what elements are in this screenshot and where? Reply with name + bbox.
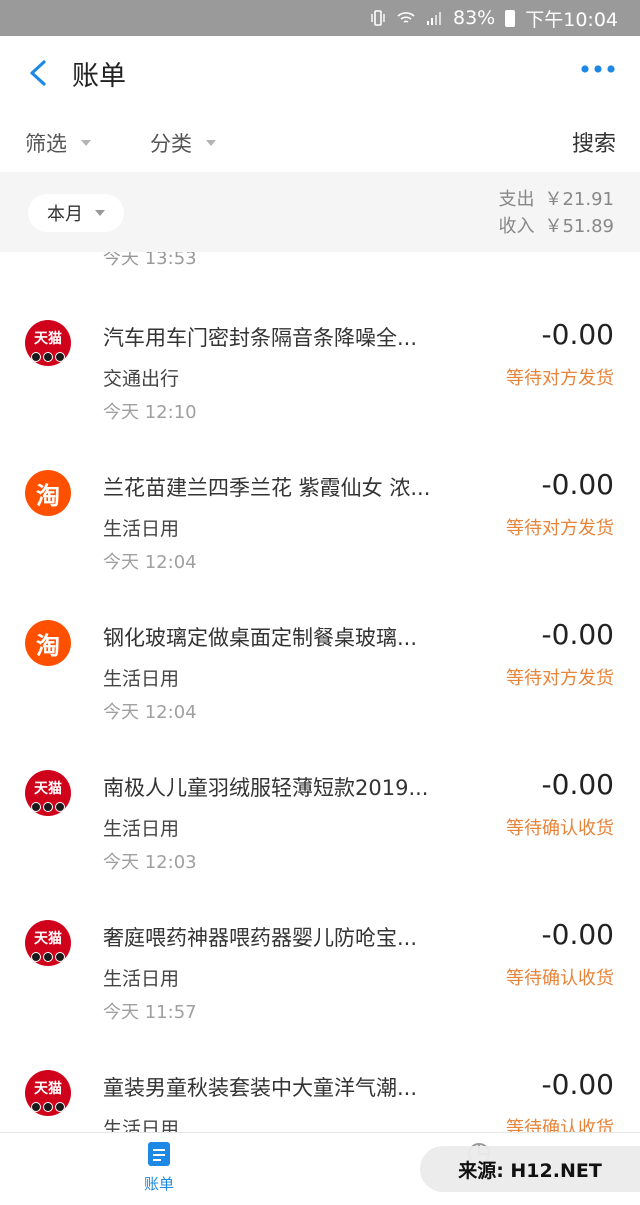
source-watermark: 来源: H12.NET (420, 1146, 640, 1192)
item-category: 交通出行 (103, 368, 180, 390)
search-button[interactable]: 搜索 (572, 126, 616, 158)
item-name: 兰花苗建兰四季兰花 紫霞仙女 浓... (103, 476, 431, 500)
logo-decoration (30, 952, 66, 962)
back-chevron-icon[interactable] (24, 56, 54, 90)
clock: 下午10:04 (525, 8, 618, 31)
item-status: 等待确认收货 (506, 968, 614, 989)
totals: 支出 ￥21.91 收入 ￥51.89 (498, 186, 614, 240)
app-header: 账单 (0, 36, 640, 110)
list-item[interactable]: 淘钢化玻璃定做桌面定制餐桌玻璃... 生活日用 今天 12:04 -0.00 等待对方发… (0, 552, 640, 723)
item-amount: -0.00 (541, 918, 614, 951)
filter-bar: 筛选 分类 搜索 (0, 110, 640, 172)
expense-total: 支出 ￥21.91 (498, 189, 614, 210)
tab-bill-label: 账单 (143, 1175, 174, 1193)
battery-icon (505, 9, 516, 27)
item-amount: -0.00 (541, 618, 614, 651)
list-item[interactable]: 天猫 童装男童秋装套装中大童洋气潮... 生活日用 -0.00 等待确认收货 (0, 1002, 640, 1132)
item-category: 生活日用 (103, 518, 180, 540)
taobao-logo-icon: 淘 (25, 620, 71, 666)
item-name: 南极人儿童羽绒服轻薄短款2019... (103, 776, 429, 800)
logo-text: 淘 (36, 631, 60, 660)
item-status: 等待确认收货 (506, 1118, 614, 1132)
logo-text: 天猫 (34, 781, 62, 797)
item-amount: -0.00 (541, 318, 614, 351)
list-item[interactable]: 天猫 汽车用车门密封条隔音条降噪全... 交通出行 今天 12:10 -0.00 等待对方… (0, 252, 640, 423)
page-title: 账单 (72, 61, 126, 92)
more-dots-icon[interactable] (580, 64, 616, 74)
item-category: 生活日用 (103, 968, 180, 990)
item-status: 等待确认收货 (506, 818, 614, 839)
item-category: 生活日用 (103, 1118, 180, 1132)
category-label: 分类 (150, 132, 192, 156)
category-dropdown[interactable]: 分类 (150, 128, 216, 158)
filter-label: 筛选 (25, 132, 67, 156)
caret-down-icon (81, 140, 91, 146)
month-label: 本月 (47, 204, 83, 225)
signal-icon (427, 12, 441, 25)
logo-decoration (30, 352, 66, 362)
tmall-logo-icon: 天猫 (25, 1070, 71, 1116)
taobao-logo-icon: 淘 (25, 470, 71, 516)
tmall-logo-icon: 天猫 (25, 320, 71, 366)
item-category: 生活日用 (103, 818, 180, 840)
list-item[interactable]: 淘兰花苗建兰四季兰花 紫霞仙女 浓... 生活日用 今天 12:04 -0.00 等待对… (0, 402, 640, 573)
battery-percent: 83% (453, 7, 496, 29)
tmall-logo-icon: 天猫 (25, 920, 71, 966)
list-item[interactable]: 天猫 南极人儿童羽绒服轻薄短款2019... 生活日用 今天 12:03 -0.00 等待… (0, 702, 640, 873)
wifi-icon (397, 12, 415, 23)
logo-text: 天猫 (34, 1081, 62, 1097)
item-category: 生活日用 (103, 668, 180, 690)
income-total: 收入 ￥51.89 (498, 216, 614, 237)
item-status: 等待对方发货 (506, 518, 614, 539)
logo-text: 淘 (36, 481, 60, 510)
status-bar: 83% 下午10:04 (0, 0, 640, 36)
caret-down-icon (206, 140, 216, 146)
logo-decoration (30, 1102, 66, 1112)
filter-dropdown[interactable]: 筛选 (25, 128, 91, 158)
item-name: 童装男童秋装套装中大童洋气潮... (103, 1076, 418, 1100)
item-name: 奢庭喂药神器喂药器婴儿防呛宝... (103, 926, 418, 950)
month-summary: 本月 支出 ￥21.91 收入 ￥51.89 (0, 172, 640, 252)
item-amount: -0.00 (541, 468, 614, 501)
item-name: 汽车用车门密封条隔音条降噪全... (103, 326, 418, 350)
logo-text: 天猫 (34, 331, 62, 347)
vibrate-icon (371, 10, 385, 26)
caret-down-icon (95, 210, 105, 216)
item-amount: -0.00 (541, 1068, 614, 1101)
logo-decoration (30, 802, 66, 812)
tmall-logo-icon: 天猫 (25, 770, 71, 816)
item-amount: -0.00 (541, 768, 614, 801)
logo-text: 天猫 (34, 931, 62, 947)
tab-bill[interactable]: 账单 (136, 1141, 182, 1194)
bill-tab-icon (148, 1142, 170, 1166)
transaction-list[interactable]: 今天 13:53 天猫 汽车用车门密封条隔音条降噪全... 交通出行 今天 12:10… (0, 252, 640, 1132)
item-name: 钢化玻璃定做桌面定制餐桌玻璃... (103, 626, 418, 650)
list-item[interactable]: 天猫 奢庭喂药神器喂药器婴儿防呛宝... 生活日用 今天 11:57 -0.00 等待确认… (0, 852, 640, 1023)
month-selector[interactable]: 本月 (28, 194, 124, 232)
item-status: 等待对方发货 (506, 668, 614, 689)
item-status: 等待对方发货 (506, 368, 614, 389)
